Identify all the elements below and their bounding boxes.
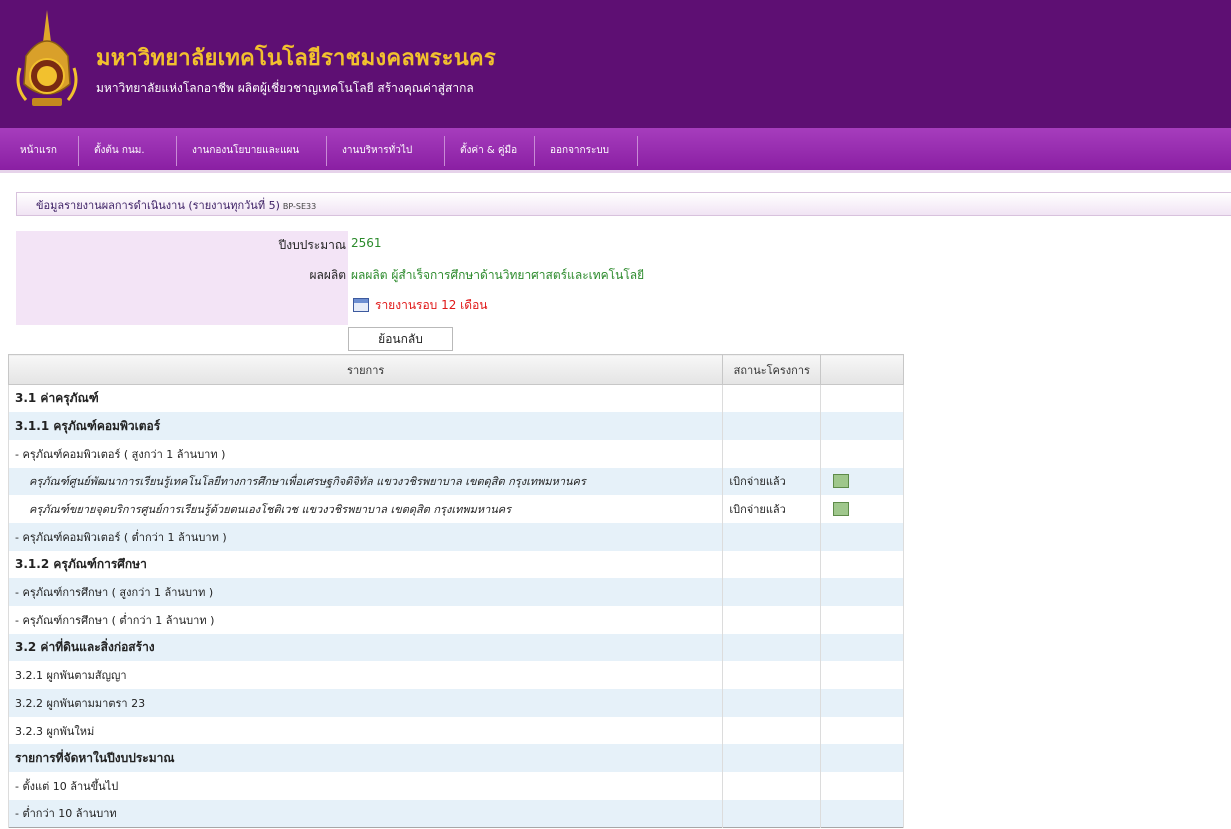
row-status (722, 633, 822, 662)
row-label: 3.2 ค่าที่ดินและสิ่งก่อสร้าง (7, 633, 724, 662)
row-action (820, 550, 904, 579)
table-row: - ครุภัณฑ์การศึกษา ( ต่ำกว่า 1 ล้านบาท ) (7, 606, 904, 634)
nav-separator (534, 136, 535, 166)
table-row: รายการที่จัดหาในปีงบประมาณ (7, 744, 904, 773)
row-action (820, 772, 904, 800)
row-status (722, 522, 822, 551)
back-button[interactable]: ย้อนกลับ (348, 327, 453, 351)
calendar-icon (353, 298, 369, 312)
column-header-item: รายการ (7, 354, 724, 385)
table-row: 3.1.2 ครุภัณฑ์การศึกษา (7, 550, 904, 579)
table-row: 3.2.2 ผูกพันตามมาตรา 23 (7, 689, 904, 717)
table-row: 3.2.3 ผูกพันใหม่ (7, 716, 904, 745)
row-action (820, 384, 904, 413)
row-label: - ครุภัณฑ์คอมพิวเตอร์ ( ต่ำกว่า 1 ล้านบา… (7, 522, 724, 551)
main-nav: หน้าแรก ตั้งต้น กนม. งานกองนโยบายและแผน … (0, 128, 1231, 173)
row-status: เบิกจ่ายแล้ว (722, 495, 822, 523)
row-label: - ต่ำกว่า 10 ล้านบาท (7, 799, 724, 828)
nav-home[interactable]: หน้าแรก (10, 128, 67, 173)
row-action (820, 744, 904, 773)
row-label: 3.1.1 ครุภัณฑ์คอมพิวเตอร์ (7, 412, 724, 440)
row-status: เบิกจ่ายแล้ว (722, 467, 822, 496)
row-status (722, 744, 822, 773)
table-row: 3.2.1 ผูกพันตามสัญญา (7, 661, 904, 690)
row-action (820, 412, 904, 440)
report-link-label: รายงานรอบ 12 เดือน (375, 297, 488, 312)
table-row: - ครุภัณฑ์การศึกษา ( สูงกว่า 1 ล้านบาท ) (7, 578, 904, 606)
nav-setup[interactable]: ตั้งต้น กนม. (84, 128, 155, 173)
row-status (722, 689, 822, 717)
university-logo (16, 10, 78, 106)
nav-general-admin[interactable]: งานบริหารทั่วไป (332, 128, 422, 173)
project-link[interactable]: ครุภัณฑ์ศูนย์พัฒนาการเรียนรู้เทคโนโลยีทา… (7, 467, 724, 496)
row-status (722, 578, 822, 606)
row-action (820, 495, 904, 523)
row-action (820, 606, 904, 634)
section-code: BP-SE33 (282, 202, 317, 211)
row-label: 3.2.3 ผูกพันใหม่ (7, 716, 724, 745)
table-row: - ตั้งแต่ 10 ล้านขึ้นไป (7, 772, 904, 800)
project-link[interactable]: ครุภัณฑ์ขยายจุดบริการศูนย์การเรียนรู้ด้ว… (7, 495, 724, 523)
row-action (820, 578, 904, 606)
table-row: - ต่ำกว่า 10 ล้านบาท (7, 799, 904, 828)
section-header: ข้อมูลรายงานผลการดำเนินงาน (รายงานทุกวัน… (16, 192, 1231, 216)
row-status (722, 550, 822, 579)
nav-policy-planning[interactable]: งานกองนโยบายและแผน (182, 128, 309, 173)
output-label: ผลผลิต (309, 268, 346, 282)
row-action (820, 467, 904, 496)
nav-separator (444, 136, 445, 166)
table-row: 3.1 ค่าครุภัณฑ์ (7, 384, 904, 413)
nav-separator (637, 136, 638, 166)
row-label: 3.2.2 ผูกพันตามมาตรา 23 (7, 689, 724, 717)
nav-separator (78, 136, 79, 166)
table-row: 3.2 ค่าที่ดินและสิ่งก่อสร้าง (7, 633, 904, 662)
row-status (722, 772, 822, 800)
row-label: - ครุภัณฑ์การศึกษา ( ต่ำกว่า 1 ล้านบาท ) (7, 606, 724, 634)
detail-icon[interactable] (833, 502, 850, 517)
row-status (722, 606, 822, 634)
row-label: 3.1.2 ครุภัณฑ์การศึกษา (7, 550, 724, 579)
nav-logout[interactable]: ออกจากระบบ (540, 128, 619, 173)
table-header-row: รายการ สถานะโครงการ (7, 354, 904, 385)
row-action (820, 661, 904, 690)
row-action (820, 522, 904, 551)
row-label: 3.2.1 ผูกพันตามสัญญา (7, 661, 724, 690)
row-action (820, 689, 904, 717)
row-label: - ครุภัณฑ์คอมพิวเตอร์ ( สูงกว่า 1 ล้านบา… (7, 439, 724, 468)
table-row: - ครุภัณฑ์คอมพิวเตอร์ ( ต่ำกว่า 1 ล้านบา… (7, 522, 904, 551)
report-table: รายการ สถานะโครงการ 3.1 ค่าครุภัณฑ์ 3.1.… (7, 354, 904, 828)
budget-year-label: ปีงบประมาณ (278, 238, 346, 252)
row-action (820, 633, 904, 662)
table-row: ครุภัณฑ์ขยายจุดบริการศูนย์การเรียนรู้ด้ว… (7, 495, 904, 523)
site-title: มหาวิทยาลัยเทคโนโลยีราชมงคลพระนคร (96, 46, 496, 71)
table-row: 3.1.1 ครุภัณฑ์คอมพิวเตอร์ (7, 412, 904, 440)
row-status (722, 661, 822, 690)
column-header-action (820, 354, 904, 385)
output-value: ผลผลิต ผู้สำเร็จการศึกษาด้านวิทยาศาสตร์แ… (351, 268, 645, 282)
row-label: 3.1 ค่าครุภัณฑ์ (7, 384, 724, 413)
row-action (820, 799, 904, 828)
site-header: มหาวิทยาลัยเทคโนโลยีราชมงคลพระนคร มหาวิท… (0, 0, 1231, 128)
row-status (722, 799, 822, 828)
row-status (722, 412, 822, 440)
nav-settings-manual[interactable]: ตั้งค่า & คู่มือ (450, 128, 527, 173)
row-status (722, 439, 822, 468)
section-title: ข้อมูลรายงานผลการดำเนินงาน (รายงานทุกวัน… (36, 199, 317, 212)
table-row: ครุภัณฑ์ศูนย์พัฒนาการเรียนรู้เทคโนโลยีทา… (7, 467, 904, 496)
nav-separator (326, 136, 327, 166)
row-status (722, 384, 822, 413)
row-label: รายการที่จัดหาในปีงบประมาณ (7, 744, 724, 773)
table-row: - ครุภัณฑ์คอมพิวเตอร์ ( สูงกว่า 1 ล้านบา… (7, 439, 904, 468)
nav-separator (176, 136, 177, 166)
budget-year-value: 2561 (351, 236, 382, 250)
site-subtitle: มหาวิทยาลัยแห่งโลกอาชีพ ผลิตผู้เชี่ยวชาญ… (96, 81, 474, 95)
column-header-status: สถานะโครงการ (722, 354, 822, 385)
report-12-month-link[interactable]: รายงานรอบ 12 เดือน (353, 295, 488, 315)
row-action (820, 716, 904, 745)
row-label: - ตั้งแต่ 10 ล้านขึ้นไป (7, 772, 724, 800)
row-label: - ครุภัณฑ์การศึกษา ( สูงกว่า 1 ล้านบาท ) (7, 578, 724, 606)
row-action (820, 439, 904, 468)
row-status (722, 716, 822, 745)
detail-icon[interactable] (833, 474, 850, 489)
